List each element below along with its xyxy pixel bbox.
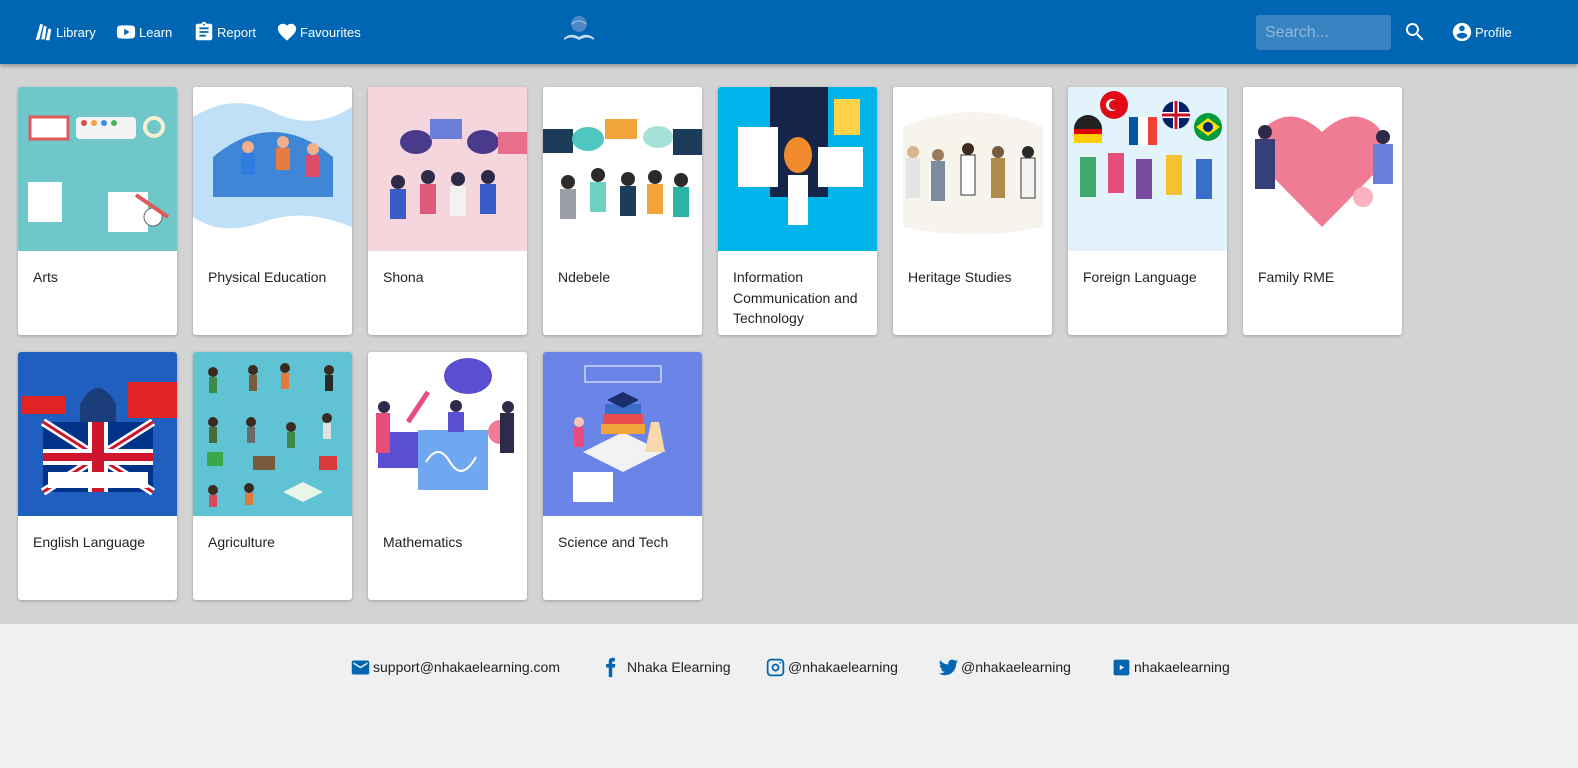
youtube-icon [1113, 659, 1130, 675]
subject-title: Ndebele [558, 269, 611, 285]
nav-report-label: Report [217, 24, 257, 40]
library-icon [35, 23, 52, 41]
subject-title: Family RME [1258, 269, 1335, 285]
footer-youtube-link[interactable]: nhakaelearning [1111, 656, 1230, 678]
subject-card-heritage-studies[interactable]: Heritage Studies [893, 87, 1052, 335]
subject-thumbnail [718, 87, 877, 251]
footer-email-link[interactable]: support@nhakaelearning.com [350, 656, 560, 678]
subject-card-agriculture[interactable]: Agriculture [193, 352, 352, 600]
subject-thumbnail [193, 352, 352, 516]
subject-title: Science and Tech [558, 534, 669, 550]
subject-card-science-and-tech[interactable]: Science and Tech [543, 352, 702, 600]
footer-facebook: Nhaka Elearning [627, 659, 731, 675]
subject-card-foreign-language[interactable]: Foreign Language [1068, 87, 1227, 335]
twitter-icon [938, 659, 959, 675]
subject-thumbnail [893, 87, 1052, 251]
subject-grid: Arts Physical Education Shona Ndebele In… [0, 64, 1578, 624]
subject-title: English Language [33, 534, 146, 550]
subject-title: Heritage Studies [908, 269, 1012, 285]
account-circle-icon [1452, 22, 1472, 42]
subject-thumbnail [368, 87, 527, 251]
nav-favourites-label: Favourites [300, 24, 361, 40]
footer-youtube: nhakaelearning [1134, 659, 1230, 675]
nav-favourites[interactable]: Favourites [276, 20, 361, 44]
subject-title: Foreign Language [1083, 269, 1197, 285]
footer: support@nhakaelearning.com Nhaka Elearni… [0, 624, 1578, 768]
subject-thumbnail [18, 87, 177, 251]
subject-thumbnail [1243, 87, 1402, 251]
subject-thumbnail [543, 352, 702, 516]
subject-title: Information Communication and Technology [733, 269, 858, 326]
subject-card-english-language[interactable]: English Language [18, 352, 177, 600]
nav-library-label: Library [56, 24, 96, 40]
subject-thumbnail [543, 87, 702, 251]
footer-facebook-link[interactable]: Nhaka Elearning [600, 656, 731, 678]
search-input[interactable] [1256, 15, 1391, 50]
top-app-bar: Library Learn Report Favourites Profile [0, 0, 1578, 64]
subject-card-family-rme[interactable]: Family RME [1243, 87, 1402, 335]
subject-thumbnail [1068, 87, 1227, 251]
nav-report[interactable]: Report [193, 20, 256, 44]
subject-thumbnail [193, 87, 352, 251]
nav-profile[interactable]: Profile [1451, 20, 1512, 44]
subject-card-arts[interactable]: Arts [18, 87, 177, 335]
nav-profile-label: Profile [1475, 24, 1512, 40]
nav-learn[interactable]: Learn [115, 20, 172, 44]
subject-card-ndebele[interactable]: Ndebele [543, 87, 702, 335]
nav-library[interactable]: Library [32, 20, 96, 44]
subject-thumbnail [368, 352, 527, 516]
footer-instagram: @nhakaelearning [788, 659, 898, 675]
youtube-play-icon [116, 25, 136, 39]
facebook-icon [606, 657, 616, 677]
subject-thumbnail [18, 352, 177, 516]
subject-card-mathematics[interactable]: Mathematics [368, 352, 527, 600]
subject-card-shona[interactable]: Shona [368, 87, 527, 335]
instagram-icon [766, 658, 785, 676]
clipboard-icon [195, 21, 213, 41]
search-button[interactable] [1403, 20, 1427, 44]
search-icon [1406, 23, 1424, 41]
mail-icon [351, 660, 370, 674]
subject-title: Agriculture [208, 534, 275, 550]
subject-title: Physical Education [208, 269, 327, 285]
subject-title: Shona [383, 269, 424, 285]
subject-title: Arts [33, 269, 58, 285]
subject-title: Mathematics [383, 534, 463, 550]
nav-learn-label: Learn [139, 24, 173, 40]
footer-twitter: @nhakaelearning [961, 659, 1071, 675]
footer-email: support@nhakaelearning.com [373, 659, 560, 675]
subject-card-ict[interactable]: Information Communication and Technology [718, 87, 877, 335]
footer-twitter-link[interactable]: @nhakaelearning [938, 656, 1071, 678]
heart-icon [277, 23, 297, 41]
footer-instagram-link[interactable]: @nhakaelearning [765, 656, 898, 678]
subject-card-physical-education[interactable]: Physical Education [193, 87, 352, 335]
nhaka-logo[interactable] [562, 12, 596, 44]
